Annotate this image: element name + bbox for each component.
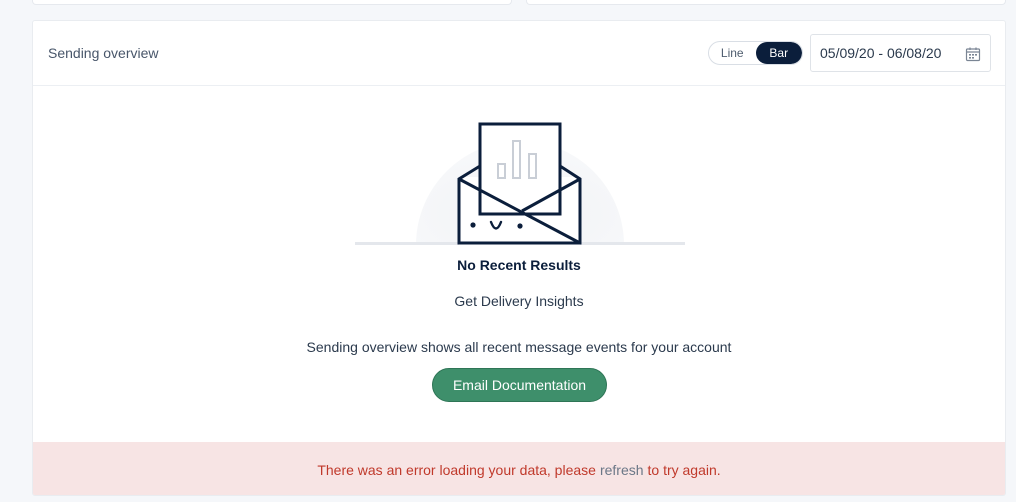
- top-card-left: [32, 0, 512, 5]
- error-banner: There was an error loading your data, pl…: [33, 442, 1005, 495]
- email-documentation-button[interactable]: Email Documentation: [432, 368, 607, 402]
- error-text-after: to try again.: [647, 461, 721, 478]
- sending-overview-panel: Sending overview Line Bar 05/09/20 - 06/…: [32, 20, 1006, 496]
- top-card-right: [526, 0, 1006, 5]
- refresh-link[interactable]: refresh: [600, 462, 644, 478]
- error-text-before: There was an error loading your data, pl…: [317, 461, 596, 478]
- empty-state-subtitle: Get Delivery Insights: [454, 293, 584, 309]
- empty-state-description: Sending overview shows all recent messag…: [306, 339, 732, 355]
- envelope-chart-icon: [355, 122, 685, 245]
- empty-state-title: No Recent Results: [457, 257, 581, 273]
